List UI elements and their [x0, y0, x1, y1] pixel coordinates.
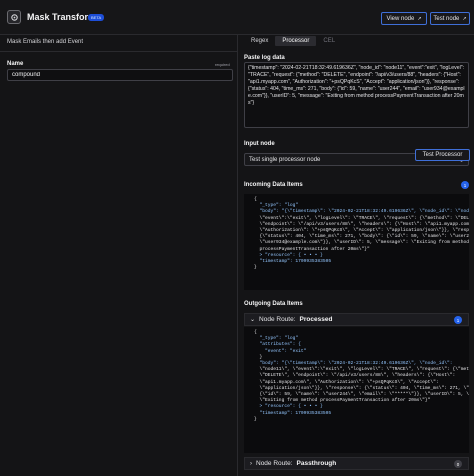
top-bar: Mask Transform BETA View node ↗ Test nod… [0, 0, 474, 35]
route-count-badge: 1 [454, 316, 462, 324]
test-processor-button[interactable]: Test Processor [415, 149, 470, 161]
incoming-label: Incoming Data Items [244, 182, 303, 188]
route-label: Node Route: [256, 460, 293, 467]
node-description: Mask Emails then add Event [7, 39, 84, 45]
tab-cel[interactable]: CEL [316, 36, 342, 46]
pane-divider[interactable] [237, 35, 238, 476]
code-line: \"user934@example.com\"}}, \"userID\": 5… [254, 240, 470, 246]
paste-log-label: Paste log data [244, 55, 285, 61]
code-line: } [254, 265, 257, 271]
external-link-icon: ↗ [417, 15, 422, 22]
tab-processor[interactable]: Processor [275, 36, 317, 46]
code-line: \"DELETE\", \"endpoint\": \"/api/v3/user… [254, 373, 456, 379]
divider [0, 51, 237, 52]
route-name: Passthrough [296, 460, 337, 467]
code-line: } [254, 416, 257, 422]
external-link-icon: ↗ [462, 15, 467, 22]
test-node-button[interactable]: Test node ↗ [430, 12, 470, 25]
info-icon: 1 [461, 181, 469, 189]
test-node-label: Test node [433, 15, 460, 22]
required-hint: required [215, 62, 230, 67]
view-node-label: View node [386, 15, 415, 22]
route-name: Processed [299, 316, 333, 323]
code-line: \"api1.myapp.com\", \"Authorization\": \… [254, 379, 439, 385]
outgoing-label: Outgoing Data Items [244, 301, 303, 307]
route-passthrough-header[interactable]: › Node Route: Passthrough [244, 457, 469, 470]
code-line: \"event\":\"exit\", \"logLevel\": \"TRAC… [254, 215, 470, 221]
incoming-json: { "_type": "log" "body": "{\"timestamp\"… [254, 197, 470, 271]
chevron-right-icon: › [250, 460, 252, 467]
log-data-textarea[interactable]: {"timestamp": "2024-02-21T18:32:49.61963… [244, 62, 469, 128]
page-title: Mask Transform [27, 12, 97, 22]
input-node-value: Test single processor node [249, 157, 321, 163]
code-line: "body": "{\"timestamp\": \"2024-02-21T18… [254, 209, 470, 215]
tab-bar: Regex Processor CEL [244, 36, 342, 46]
beta-badge: BETA [88, 14, 105, 21]
route-processed-header[interactable]: ⌄ Node Route: Processed [244, 313, 469, 326]
chevron-down-icon: ⌄ [250, 317, 256, 323]
gear-icon [7, 10, 21, 24]
incoming-code-block: { "_type": "log" "body": "{\"timestamp\"… [244, 194, 469, 290]
view-node-button[interactable]: View node ↗ [381, 12, 427, 25]
route-count-badge: 0 [454, 460, 462, 468]
name-field-label: Name [7, 61, 24, 67]
outgoing-json: { "_type": "log" "attributes": { "event"… [254, 330, 469, 423]
outgoing-code-block: { "_type": "log" "attributes": { "event"… [244, 327, 469, 453]
input-node-label: Input node [244, 141, 275, 147]
route-label: Node Route: [259, 316, 296, 323]
tab-regex[interactable]: Regex [244, 36, 275, 46]
name-field[interactable] [7, 69, 233, 81]
